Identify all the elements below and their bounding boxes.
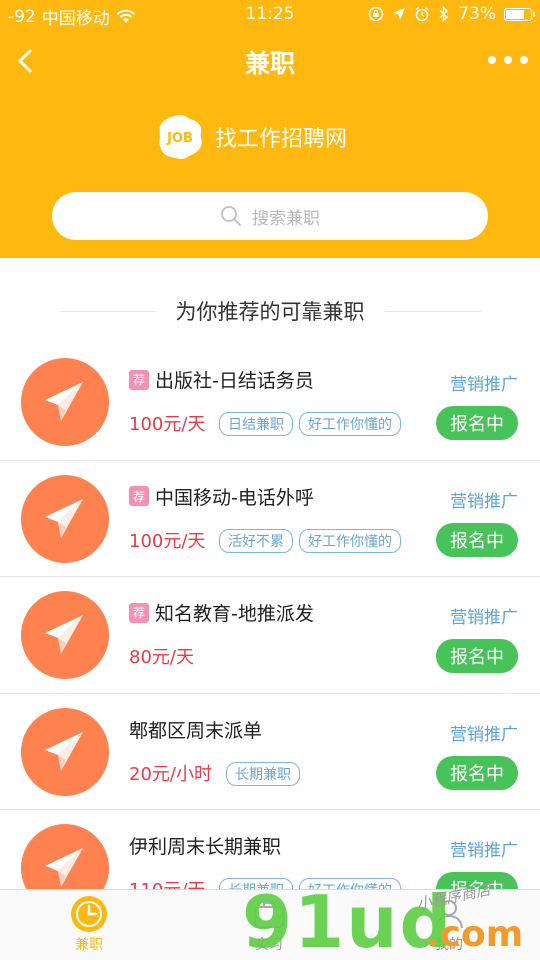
job-category: 营销推广 [450, 608, 518, 629]
brand: JOB 找工作招聘网 [155, 112, 347, 162]
recommend-badge: 荐 [129, 486, 149, 507]
tab-parttime[interactable]: 兼职 [44, 894, 134, 958]
job-category: 营销推广 [450, 375, 518, 395]
job-title: 荐中国移动-电话外呼 [129, 483, 314, 510]
more-dot-icon [520, 56, 528, 64]
location-icon [393, 8, 406, 20]
job-avatar [21, 707, 109, 796]
paper-plane-icon [45, 848, 83, 888]
rotation-lock-icon [368, 6, 384, 22]
search-placeholder: 搜索兼职 [252, 208, 320, 229]
back-button[interactable] [8, 40, 48, 80]
job-item[interactable]: 荐出版社-日结话务员 100元/天 日结兼职 好工作你懂的 营销推广报名中 [0, 344, 540, 461]
recommend-badge: 荐 [129, 602, 149, 623]
bluetooth-icon [439, 6, 449, 22]
job-tag: 好工作你懂的 [299, 528, 401, 553]
clock-icon [71, 896, 107, 932]
job-salary: 100元/天 [129, 414, 206, 435]
signup-status-button[interactable]: 报名中 [436, 522, 518, 557]
job-title: 伊利周末长期兼职 [129, 832, 281, 859]
more-dot-icon [488, 56, 496, 64]
battery-level [506, 9, 524, 19]
job-title-text: 中国移动-电话外呼 [155, 486, 314, 509]
tab-bar: 兼职 实习 我的 [0, 889, 540, 960]
more-button[interactable] [488, 48, 528, 72]
job-tag: 日结兼职 [219, 412, 293, 436]
signup-status-button[interactable]: 报名中 [436, 406, 518, 440]
tab-label: 兼职 [75, 937, 103, 953]
job-item[interactable]: 荐中国移动-电话外呼 100元/天 活好不累 好工作你懂的 营销推广报名中 [0, 461, 540, 578]
job-logo-icon: JOB [159, 115, 202, 160]
status-bar: -92 中国移动 11:25 73% [0, 0, 540, 30]
job-title-text: 伊利周末长期兼职 [129, 836, 282, 859]
brand-name: 找工作招聘网 [215, 127, 348, 152]
job-tags: 日结兼职 好工作你懂的 [219, 412, 401, 436]
job-avatar [21, 474, 109, 563]
job-list: 荐出版社-日结话务员 100元/天 日结兼职 好工作你懂的 营销推广 报名中荐中国移动-电… [0, 344, 540, 927]
alarm-icon [415, 6, 429, 22]
job-title-text: 郫都区周末派单 [129, 719, 263, 742]
paper-plane-icon [45, 731, 83, 771]
job-title: 荐出版社-日结话务员 [129, 366, 314, 393]
tab-internship[interactable]: 实习 [224, 894, 314, 958]
briefcase-icon [254, 902, 284, 928]
logo-text: JOB [166, 131, 193, 146]
job-category: 营销推广 [450, 724, 518, 745]
job-tags: 长期兼职 [226, 761, 300, 786]
paper-plane-icon [45, 615, 83, 655]
divider [59, 310, 156, 312]
tab-label: 我的 [435, 937, 463, 953]
job-title: 郫都区周末派单 [129, 716, 262, 743]
paper-plane-icon [45, 382, 83, 421]
paper-plane-icon [45, 498, 83, 538]
job-tags: 活好不累 好工作你懂的 [219, 528, 401, 553]
tab-mine[interactable]: 我的 [404, 894, 494, 958]
job-avatar [21, 358, 109, 446]
user-icon [435, 900, 463, 929]
job-title-text: 出版社-日结话务员 [155, 370, 314, 392]
nav-bar: 兼职 [0, 32, 540, 88]
battery-percent: 73% [458, 4, 496, 24]
job-salary: 80元/天 [129, 647, 194, 669]
job-title: 荐知名教育-地推派发 [129, 599, 314, 626]
divider [384, 310, 481, 312]
job-salary: 100元/天 [129, 530, 206, 552]
page-title: 兼职 [244, 49, 295, 78]
section-title: 为你推荐的可靠兼职 [175, 300, 365, 324]
signup-status-button[interactable]: 报名中 [436, 639, 518, 674]
chevron-left-icon [18, 49, 32, 73]
battery-icon [504, 7, 535, 21]
section-header: 为你推荐的可靠兼职 [0, 294, 540, 328]
job-item[interactable]: 郫都区周末派单 20元/小时 长期兼职 营销推广报名中 [0, 694, 540, 811]
search-icon [221, 206, 241, 226]
job-tag: 好工作你懂的 [299, 412, 401, 436]
status-right: 73% [368, 4, 535, 24]
tab-label: 实习 [255, 937, 283, 953]
job-item[interactable]: 荐知名教育-地推派发 80元/天 营销推广报名中 [0, 577, 540, 694]
job-title-text: 知名教育-地推派发 [155, 603, 314, 626]
search-input[interactable]: 搜索兼职 [52, 192, 488, 240]
header: -92 中国移动 11:25 73% 兼职 JOB 找工作招聘网 搜索兼职 [0, 0, 540, 258]
job-avatar [21, 591, 109, 680]
job-category: 营销推广 [450, 841, 518, 862]
more-dot-icon [504, 56, 512, 64]
signup-status-button[interactable]: 报名中 [436, 755, 518, 790]
recommend-badge: 荐 [129, 369, 149, 390]
job-salary: 20元/小时 [129, 763, 212, 785]
job-category: 营销推广 [450, 491, 518, 512]
job-tag: 活好不累 [219, 528, 293, 553]
job-tag: 长期兼职 [226, 761, 300, 786]
